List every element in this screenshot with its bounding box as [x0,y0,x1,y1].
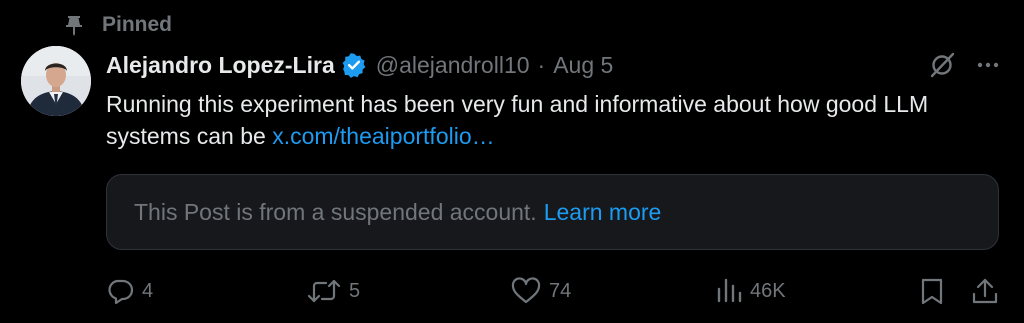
view-count: 46K [750,279,786,302]
author-name[interactable]: Alejandro Lopez-Lira [106,52,335,79]
reply-button[interactable]: 4 [106,274,153,308]
tweet-link[interactable]: x.com/theaiportfolio… [272,123,494,149]
share-button[interactable] [970,274,1000,308]
like-count: 74 [549,279,572,302]
analytics-icon [716,277,742,305]
tweet-header: Alejandro Lopez-Lira @alejandroll10 · Au… [106,47,613,83]
learn-more-link[interactable]: Learn more [544,199,662,226]
views-button[interactable]: 46K [716,274,786,308]
bookmark-button[interactable] [918,274,946,308]
more-options-icon[interactable] [972,49,1004,81]
post-date[interactable]: Aug 5 [553,52,613,79]
reply-icon [106,277,134,305]
separator-dot: · [537,51,546,78]
share-icon [970,277,1000,305]
pin-icon [62,13,86,37]
like-button[interactable]: 74 [511,274,571,308]
heart-icon [511,277,541,305]
avatar[interactable] [21,46,91,116]
author-handle[interactable]: @alejandroll10 [376,52,530,79]
tweet-text: Running this experiment has been very fu… [106,88,1011,152]
header-actions [926,49,1004,81]
action-bar: 4 5 74 46K [0,274,1024,308]
suspended-notice: This Post is from a suspended account. [134,198,537,225]
verified-badge-icon [341,52,367,78]
repost-count: 5 [349,279,361,302]
reply-count: 4 [142,279,154,302]
bookmark-icon [918,277,946,305]
pinned-label: Pinned [102,13,173,36]
quoted-post-card: This Post is from a suspended account. L… [106,174,999,250]
grok-icon[interactable] [926,49,958,81]
pinned-indicator: Pinned [62,11,172,39]
repost-button[interactable]: 5 [307,274,360,308]
tweet-body: Running this experiment has been very fu… [106,91,929,149]
repost-icon [307,277,341,305]
